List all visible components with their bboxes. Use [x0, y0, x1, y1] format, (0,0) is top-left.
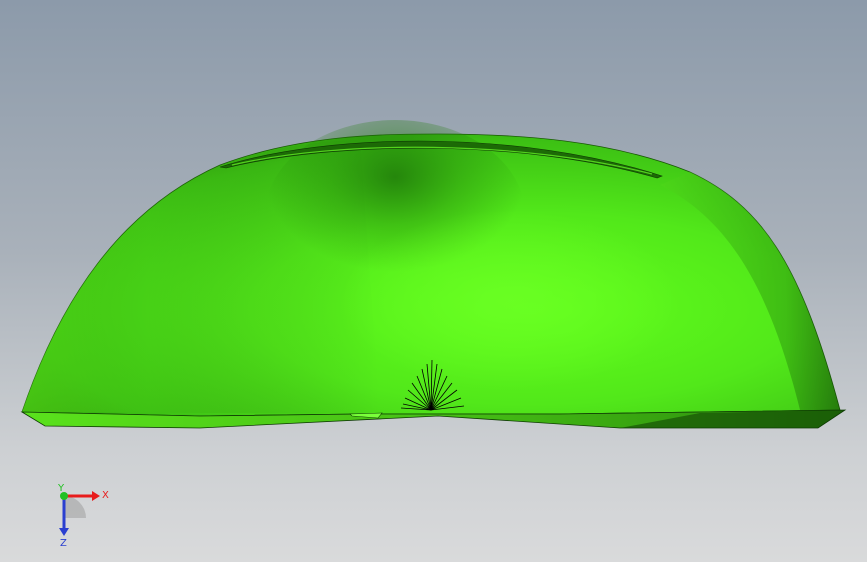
z-axis-arrow	[59, 528, 69, 536]
y-axis-label: Y	[57, 483, 65, 494]
surface-highlight	[340, 210, 680, 390]
axis-triad[interactable]: X Y Z	[40, 478, 120, 548]
triad-shadow-disc	[64, 496, 86, 518]
graphics-viewport[interactable]: X Y Z	[0, 0, 867, 562]
x-axis-arrow	[92, 491, 100, 501]
3d-model[interactable]	[0, 0, 867, 562]
z-axis-label: Z	[60, 538, 67, 548]
x-axis-label: X	[102, 490, 109, 501]
